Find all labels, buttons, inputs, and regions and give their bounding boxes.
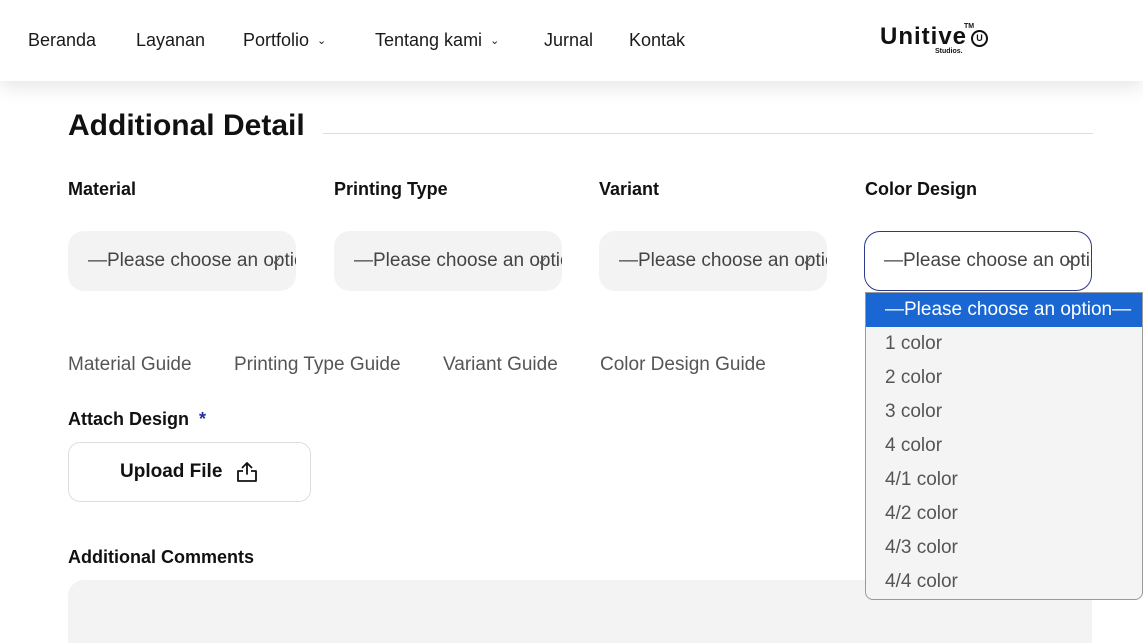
nav-item-jurnal[interactable]: Jurnal [544, 29, 593, 51]
chevron-down-icon: ⌄ [317, 35, 327, 47]
variant-label: Variant [599, 179, 660, 199]
material-label: Material [68, 179, 137, 199]
material-guide-link[interactable]: Material Guide [68, 354, 192, 376]
chevron-down-icon: ✓ [537, 254, 548, 268]
logo-subtitle: Studios. [935, 48, 963, 55]
chevron-down-icon: ⌄ [490, 35, 500, 47]
required-asterisk: * [199, 409, 207, 429]
color-design-dropdown-list: —Please choose an option— 1 color 2 colo… [865, 292, 1143, 600]
upload-file-button[interactable]: Upload File [68, 442, 311, 502]
dropdown-option[interactable]: 4/1 color [866, 463, 1142, 497]
dropdown-option[interactable]: 2 color [866, 361, 1142, 395]
additional-comments-label: Additional Comments [68, 547, 255, 567]
chevron-down-icon: ✓ [802, 254, 813, 268]
logo-trademark: TM [964, 23, 975, 30]
dropdown-option[interactable]: —Please choose an option— [866, 293, 1142, 327]
dropdown-option[interactable]: 4/3 color [866, 531, 1142, 565]
nav-item-beranda[interactable]: Beranda [28, 29, 96, 51]
upload-button-label: Upload File [120, 461, 223, 482]
dropdown-option[interactable]: 4/4 color [866, 565, 1142, 599]
dropdown-option[interactable]: 4/2 color [866, 497, 1142, 531]
nav-item-label: Kontak [629, 30, 686, 50]
variant-select[interactable]: —Please choose an option— ✓ [599, 231, 827, 291]
select-value: —Please choose an option— [88, 250, 296, 271]
variant-guide-link[interactable]: Variant Guide [443, 354, 558, 376]
title-divider [323, 133, 1093, 134]
nav-item-label: Portfolio [243, 30, 310, 50]
color-design-label: Color Design [865, 179, 978, 199]
dropdown-option[interactable]: 3 color [866, 395, 1142, 429]
printing-type-label: Printing Type [334, 179, 448, 199]
upload-icon [237, 462, 257, 482]
select-value: —Please choose an option— [884, 250, 1091, 271]
nav-item-portfolio[interactable]: Portfolio ⌄ [243, 29, 326, 52]
color-design-select[interactable]: —Please choose an option— ✓ [864, 231, 1092, 291]
printing-type-guide-link[interactable]: Printing Type Guide [234, 354, 401, 376]
select-value: —Please choose an option— [354, 250, 562, 271]
nav-item-tentang-kami[interactable]: Tentang kami ⌄ [375, 29, 499, 52]
color-design-guide-link[interactable]: Color Design Guide [600, 354, 766, 376]
attach-design-label: Attach Design * [68, 408, 206, 430]
logo-mark-icon: U [971, 30, 988, 47]
nav-item-kontak[interactable]: Kontak [629, 29, 685, 51]
nav-item-label: Jurnal [544, 30, 594, 50]
printing-type-select[interactable]: —Please choose an option— ✓ [334, 231, 562, 291]
nav-item-label: Layanan [136, 30, 206, 50]
top-navbar: Beranda Layanan Portfolio ⌄ Tentang kami ⌄… [0, 0, 1143, 81]
material-select[interactable]: —Please choose an option— ✓ [68, 231, 296, 291]
nav-item-label: Tentang kami [375, 30, 483, 50]
nav-item-label: Beranda [28, 30, 97, 50]
nav-item-layanan[interactable]: Layanan [136, 29, 205, 51]
section-title: Additional Detail [68, 109, 305, 142]
attach-design-text: Attach Design [68, 409, 190, 429]
select-value: —Please choose an option— [619, 250, 827, 271]
chevron-down-icon: ✓ [271, 254, 282, 268]
dropdown-option[interactable]: 4 color [866, 429, 1142, 463]
brand-logo[interactable]: Unitive TM Studios. U [880, 22, 1000, 62]
chevron-down-icon: ✓ [1066, 253, 1077, 267]
dropdown-option[interactable]: 1 color [866, 327, 1142, 361]
